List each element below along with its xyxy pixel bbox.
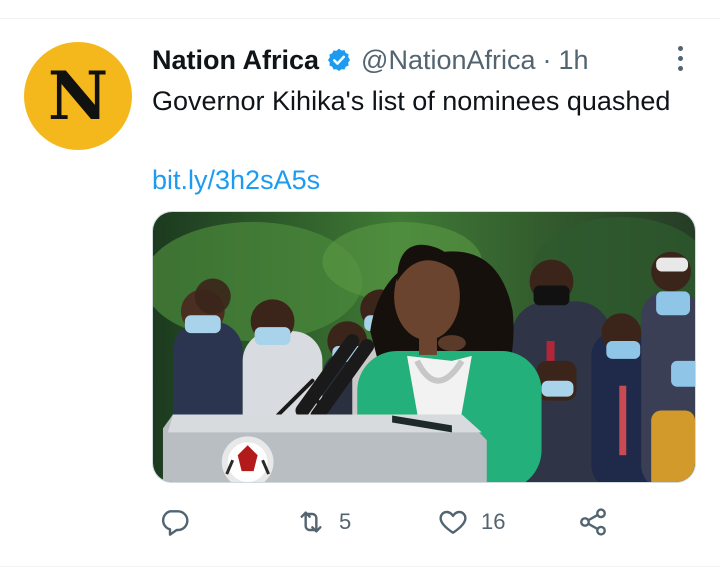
retweet-button[interactable]: 5 [295,502,351,542]
display-name[interactable]: Nation Africa [152,45,319,76]
reply-icon [158,506,190,538]
tweet-header: Nation Africa @NationAfrica · 1h [152,43,589,77]
verified-badge-icon [326,47,352,73]
reply-button[interactable] [158,502,202,542]
user-handle[interactable]: @NationAfrica [361,45,535,76]
more-options-icon[interactable] [668,40,692,76]
separator-dot: · [542,44,552,75]
like-button[interactable]: 16 [437,502,505,542]
tweet-media-image[interactable] [152,211,696,483]
retweet-icon [295,506,327,538]
tweet-link[interactable]: bit.ly/3h2sA5s [152,162,320,198]
share-button[interactable] [577,502,621,542]
retweet-count: 5 [339,509,352,534]
like-count: 16 [481,509,506,534]
top-divider [0,18,720,19]
avatar[interactable]: N [24,42,132,150]
heart-icon [437,506,469,538]
avatar-letter: N [47,57,109,135]
tweet-text: Governor Kihika's list of nominees quash… [152,86,671,116]
photo-speaker-at-podium [153,212,695,482]
share-icon [577,506,609,538]
tweet-actions: 5 16 [152,502,622,542]
timestamp[interactable]: 1h [559,45,589,76]
bottom-divider [0,566,720,567]
